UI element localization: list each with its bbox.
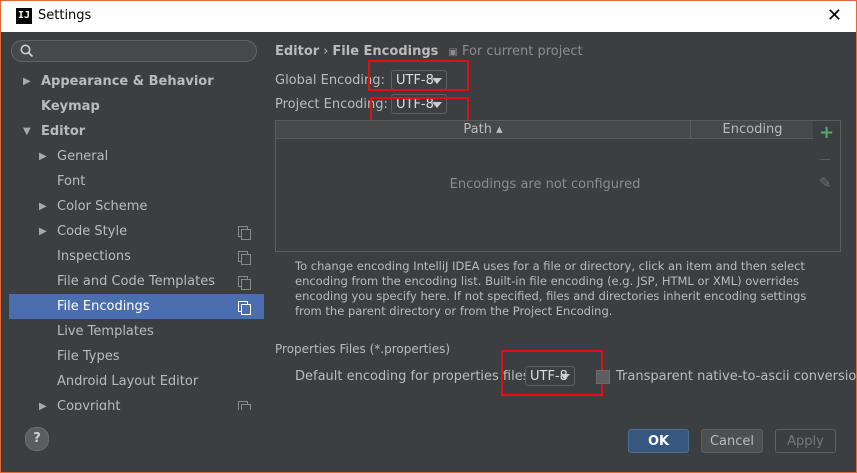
highlight-box-global: [368, 60, 469, 91]
settings-dialog: IJ Settings ✕ ▶ Appearance & Behavior Keym…: [0, 0, 857, 473]
sidebar-item-label: File Types: [57, 349, 120, 364]
sidebar-item-label: Editor: [41, 124, 86, 139]
sidebar-item-live-templates[interactable]: Live Templates: [9, 319, 264, 344]
sidebar-item-label: Appearance & Behavior: [41, 74, 214, 89]
column-header-path[interactable]: Path ▴: [276, 121, 691, 138]
sidebar-item-file-encodings[interactable]: File Encodings: [9, 294, 264, 319]
sidebar-item-color-scheme[interactable]: ▶ Color Scheme: [9, 194, 264, 219]
sidebar-item-label: Inspections: [57, 249, 131, 264]
breadcrumb-parent: Editor: [275, 44, 320, 59]
sidebar-item-label: Copyright: [57, 399, 121, 410]
sidebar-item-file-types[interactable]: File Types: [9, 344, 264, 369]
properties-section-title: Properties Files (*.properties): [275, 342, 451, 356]
sidebar-item-label: Android Layout Editor: [57, 374, 199, 389]
sidebar-item-label: Code Style: [57, 224, 128, 239]
search-input[interactable]: [11, 40, 257, 62]
sidebar-item-editor[interactable]: ▼ Editor: [9, 119, 264, 144]
sidebar-item-keymap[interactable]: Keymap: [9, 94, 264, 119]
edit-icon[interactable]: ✎: [819, 174, 832, 192]
chevron-right-icon[interactable]: ▶: [39, 194, 47, 219]
breadcrumb-separator: ›: [323, 44, 329, 59]
ok-button[interactable]: OK: [628, 429, 689, 453]
table-toolbar: + — ✎: [813, 120, 841, 252]
sidebar-item-label: Color Scheme: [57, 199, 148, 214]
chevron-right-icon[interactable]: ▶: [39, 144, 47, 169]
apply-button[interactable]: Apply: [775, 429, 836, 453]
breadcrumb: Editor › File Encodings ▣ For current proje…: [275, 44, 583, 59]
search-icon: [20, 44, 34, 58]
project-scope-icon: [238, 401, 251, 410]
file-encodings-panel: Editor › File Encodings ▣ For current proje…: [264, 32, 857, 410]
sidebar-item-label: File Encodings: [57, 299, 150, 314]
settings-tree: ▶ Appearance & Behavior Keymap ▼ Editor ▶ Gene…: [9, 69, 264, 410]
empty-table-text: Encodings are not configured: [449, 177, 641, 192]
sidebar-item-label: Keymap: [41, 99, 100, 114]
chevron-right-icon[interactable]: ▶: [39, 219, 47, 244]
window-title: Settings: [38, 8, 92, 23]
project-scope-icon: [238, 301, 251, 315]
background-window-strip: [1, 32, 9, 472]
sidebar-item-general[interactable]: ▶ General: [9, 144, 264, 169]
sidebar-item-code-style[interactable]: ▶ Code Style: [9, 219, 264, 244]
sidebar-item-file-and-code-templates[interactable]: File and Code Templates: [9, 269, 264, 294]
project-scope-icon: ▣: [448, 47, 458, 58]
column-header-encoding[interactable]: Encoding: [691, 121, 814, 138]
add-icon[interactable]: +: [819, 124, 834, 142]
dialog-footer: ? OK Cancel Apply: [1, 410, 856, 472]
sidebar-item-label: File and Code Templates: [57, 274, 215, 289]
sidebar-item-label: Live Templates: [57, 324, 154, 339]
sidebar-item-inspections[interactable]: Inspections: [9, 244, 264, 269]
chevron-down-icon[interactable]: ▼: [23, 119, 31, 144]
sidebar-item-copyright[interactable]: ▶ Copyright: [9, 394, 264, 410]
project-scope-text: For current project: [461, 44, 583, 59]
sidebar-item-font[interactable]: Font: [9, 169, 264, 194]
sidebar-item-android-layout-editor[interactable]: Android Layout Editor: [9, 369, 264, 394]
table-header: Path ▴ Encoding: [276, 121, 814, 139]
project-scope-icon: [238, 226, 251, 240]
close-icon[interactable]: ✕: [827, 5, 842, 26]
encoding-description: To change encoding IntelliJ IDEA uses fo…: [295, 259, 807, 318]
native-to-ascii-checkbox[interactable]: [596, 370, 610, 384]
highlight-box-properties: [501, 350, 603, 396]
sidebar-item-appearance-behavior[interactable]: ▶ Appearance & Behavior: [9, 69, 264, 94]
chevron-right-icon[interactable]: ▶: [39, 394, 47, 410]
properties-encoding-label: Default encoding for properties files:: [295, 369, 534, 384]
remove-icon[interactable]: —: [819, 150, 831, 168]
chevron-right-icon[interactable]: ▶: [23, 69, 31, 94]
project-scope-icon: [238, 276, 251, 290]
sidebar-item-label: General: [57, 149, 109, 164]
project-scope-icon: [238, 251, 251, 265]
sidebar-item-label: Font: [57, 174, 86, 189]
native-to-ascii-label: Transparent native-to-ascii conversion: [616, 369, 857, 384]
intellij-app-icon: IJ: [16, 8, 32, 24]
help-button[interactable]: ?: [25, 427, 49, 451]
cancel-button[interactable]: Cancel: [701, 429, 763, 453]
breadcrumb-current: File Encodings: [332, 44, 439, 59]
encodings-table[interactable]: Path ▴ Encoding Encodings are not config…: [275, 120, 815, 252]
title-bar: IJ Settings ✕: [1, 1, 856, 32]
project-scope-note: ▣ For current project: [448, 44, 582, 59]
settings-sidebar: ▶ Appearance & Behavior Keymap ▼ Editor ▶ Gene…: [9, 32, 264, 410]
